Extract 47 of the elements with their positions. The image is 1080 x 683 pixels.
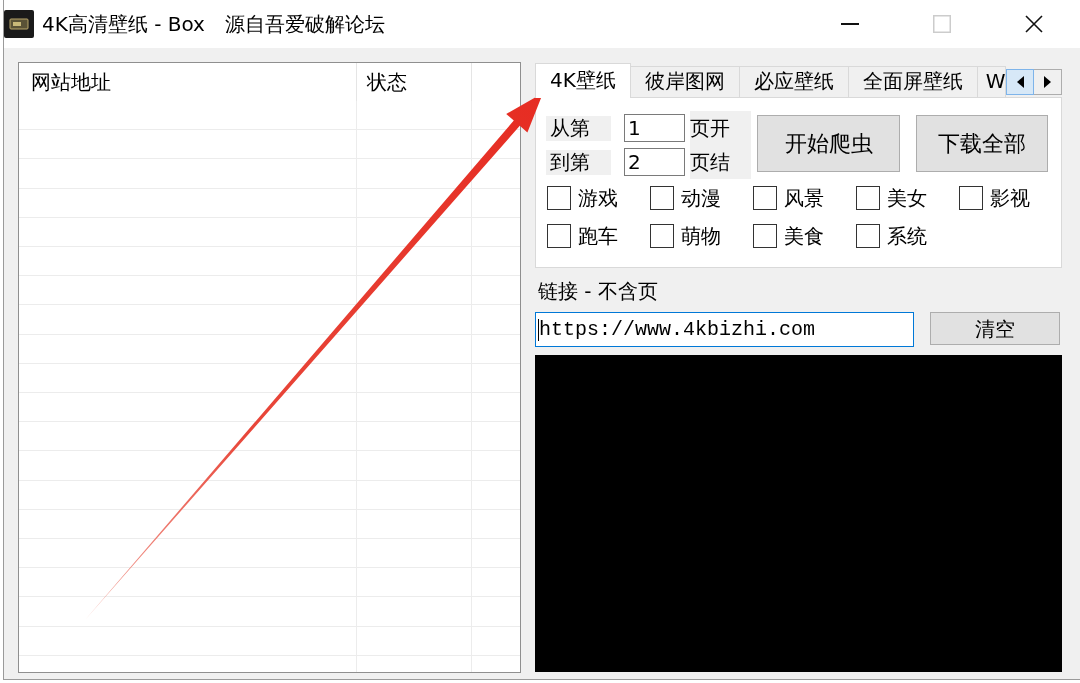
checkbox[interactable] xyxy=(650,186,674,210)
checkbox[interactable] xyxy=(856,224,880,248)
tab[interactable]: W xyxy=(977,66,1006,97)
scroll-left-button[interactable] xyxy=(1006,68,1034,95)
checkbox-label: 跑车 xyxy=(578,223,618,250)
tab[interactable]: 彼岸图网 xyxy=(630,66,740,97)
download-button[interactable]: 下载全部 xyxy=(916,115,1048,172)
field-label: 页结 xyxy=(690,145,751,179)
page-input[interactable]: 1 xyxy=(624,114,685,142)
page-input[interactable]: 2 xyxy=(624,148,685,176)
tab[interactable]: 全面屏壁纸 xyxy=(848,66,978,97)
column-header[interactable]: 网站地址 xyxy=(19,63,357,101)
field-label: 页开 xyxy=(690,111,751,145)
field-label: 到第 xyxy=(546,149,611,175)
close-icon xyxy=(1025,15,1043,33)
checkbox[interactable] xyxy=(753,186,777,210)
checkbox[interactable] xyxy=(650,224,674,248)
clear-button[interactable]: 清空 xyxy=(930,312,1060,345)
url-list[interactable]: 网站地址 状态 xyxy=(18,62,521,673)
triangle-right-icon xyxy=(1044,75,1051,88)
checkbox[interactable] xyxy=(959,186,983,210)
triangle-left-icon xyxy=(1016,75,1024,88)
tab[interactable]: 必应壁纸 xyxy=(739,66,849,97)
tab[interactable]: 4K壁纸 xyxy=(535,63,631,98)
column-header[interactable]: 状态 xyxy=(357,63,472,101)
text-cursor-icon xyxy=(538,319,539,341)
checkbox-label: 美女 xyxy=(887,185,927,212)
app-icon xyxy=(4,10,34,38)
checkbox-label: 动漫 xyxy=(681,185,721,212)
scroll-right-button[interactable] xyxy=(1034,68,1062,95)
start-button[interactable]: 开始爬虫 xyxy=(757,115,900,172)
checkbox-label: 美食 xyxy=(784,223,824,250)
checkbox[interactable] xyxy=(856,186,880,210)
checkbox-label: 萌物 xyxy=(681,223,721,250)
checkbox[interactable] xyxy=(547,186,571,210)
checkbox[interactable] xyxy=(547,224,571,248)
field-label: 链接 - 不含页 xyxy=(538,278,658,304)
checkbox[interactable] xyxy=(753,224,777,248)
checkbox-label: 系统 xyxy=(887,223,927,250)
minimize-icon xyxy=(841,23,859,25)
url-field[interactable]: https://www.4kbizhi.com xyxy=(535,312,914,347)
window-title: 4K高清壁纸 - Box 源自吾爱破解论坛 xyxy=(42,14,385,34)
checkbox-label: 风景 xyxy=(784,185,824,212)
maximize-icon xyxy=(933,15,951,33)
checkbox-label: 影视 xyxy=(990,185,1030,212)
checkbox-label: 游戏 xyxy=(578,185,618,212)
field-label: 从第 xyxy=(546,115,611,141)
